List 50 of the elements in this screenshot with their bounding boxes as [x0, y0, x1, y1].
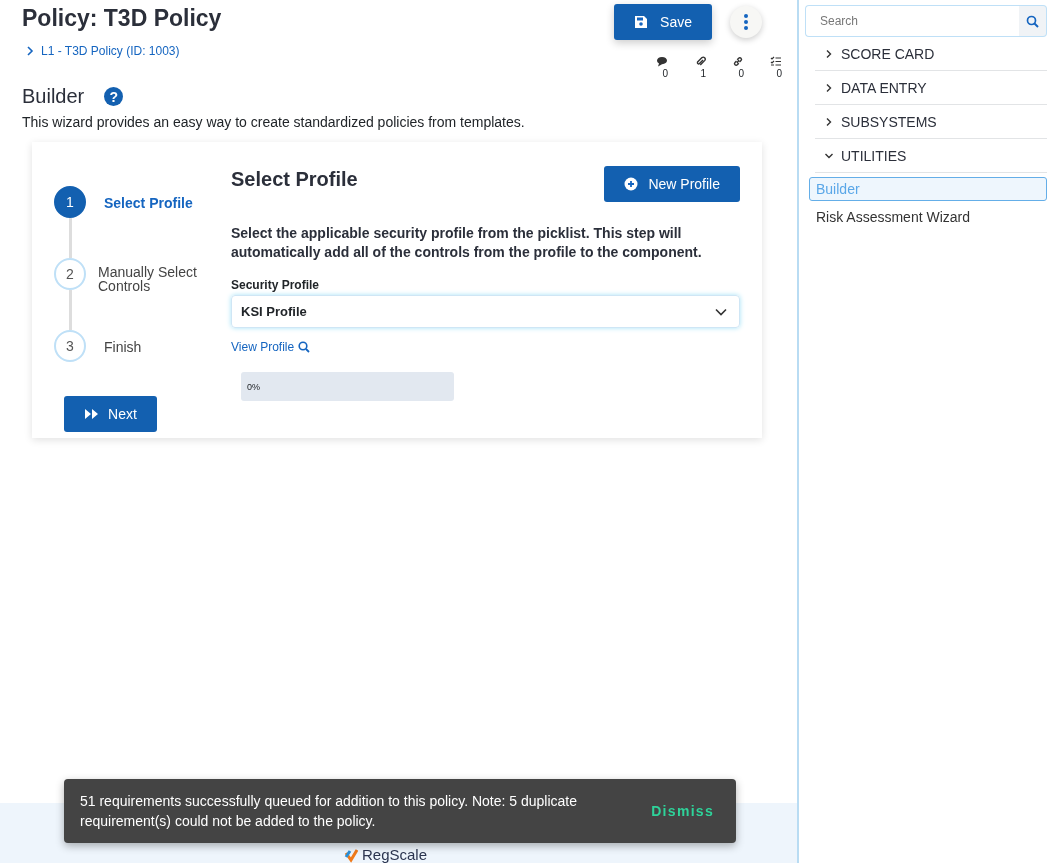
step-number: 3 [54, 330, 86, 362]
save-button[interactable]: Save [614, 4, 712, 40]
step-number: 2 [54, 258, 86, 290]
page-title: Policy: T3D Policy [22, 5, 222, 32]
chevron-right-icon [824, 116, 834, 127]
step-label: Select Profile [104, 195, 193, 211]
new-profile-button[interactable]: New Profile [604, 166, 740, 202]
breadcrumb-link[interactable]: L1 - T3D Policy (ID: 1003) [26, 44, 180, 58]
snackbar-message: 51 requirements successfully queued for addition to this policy. Note: 5 duplicate requirement(s) could not be added to the policy. [80, 792, 579, 831]
step-number: 1 [54, 186, 86, 218]
more-icon [744, 14, 748, 30]
progress-reading: 0% [247, 381, 260, 392]
count-label: 0 [776, 68, 782, 79]
chevron-right-icon [824, 82, 834, 93]
security-profile-dropdown[interactable]: KSI Profile [231, 295, 740, 328]
link-icon[interactable] [732, 56, 744, 67]
count-label: 0 [738, 68, 744, 79]
wizard-step[interactable]: 2 Manually Select Controls [54, 258, 231, 330]
logo-text: RegScale [361, 847, 427, 863]
logo-icon [343, 847, 358, 863]
step-title: Select Profile [231, 168, 358, 191]
description-text: This wizard provides an easy way to create standardized policies from templates. [22, 114, 526, 130]
paperclip-icon[interactable] [695, 56, 706, 67]
speech-bubble-icon[interactable] [656, 56, 668, 67]
chevron-down-icon [715, 307, 727, 316]
help-icon[interactable]: ? [104, 87, 124, 106]
chevron-right-icon [26, 46, 34, 56]
nav-section[interactable]: DATA ENTRY [815, 71, 1047, 105]
instructions-text: Select the applicable security profile from the picklist. This step will automatically add all of the controls from the profile to the component. [231, 224, 703, 262]
next-button[interactable]: Next [64, 396, 157, 432]
checklist-icon[interactable] [770, 56, 782, 67]
nav-item[interactable]: Risk Assessment Wizard [809, 205, 1047, 229]
nav-section[interactable]: UTILITIES [815, 139, 1047, 173]
fast-forward-icon [84, 408, 100, 420]
search-icon [298, 341, 311, 353]
wizard-step[interactable]: 1 Select Profile [54, 186, 231, 258]
chevron-right-icon [824, 48, 834, 59]
plus-circle-icon [624, 177, 639, 191]
nav-section[interactable]: SUBSYSTEMS [815, 105, 1047, 139]
more-options-button[interactable] [730, 6, 762, 38]
count-label: 0 [662, 68, 668, 79]
nav-section[interactable]: SCORE CARD [815, 37, 1047, 71]
field-label: Security Profile [231, 278, 321, 292]
view-profile-link[interactable]: View Profile [231, 340, 311, 354]
step-label: Finish [104, 339, 142, 355]
step-label: Manually Select Controls [98, 265, 198, 293]
section-title: Builder [22, 85, 85, 108]
wizard-step[interactable]: 3 Finish [54, 330, 231, 362]
count-label: 1 [700, 68, 706, 79]
dismiss-button[interactable]: Dismiss [645, 802, 720, 820]
